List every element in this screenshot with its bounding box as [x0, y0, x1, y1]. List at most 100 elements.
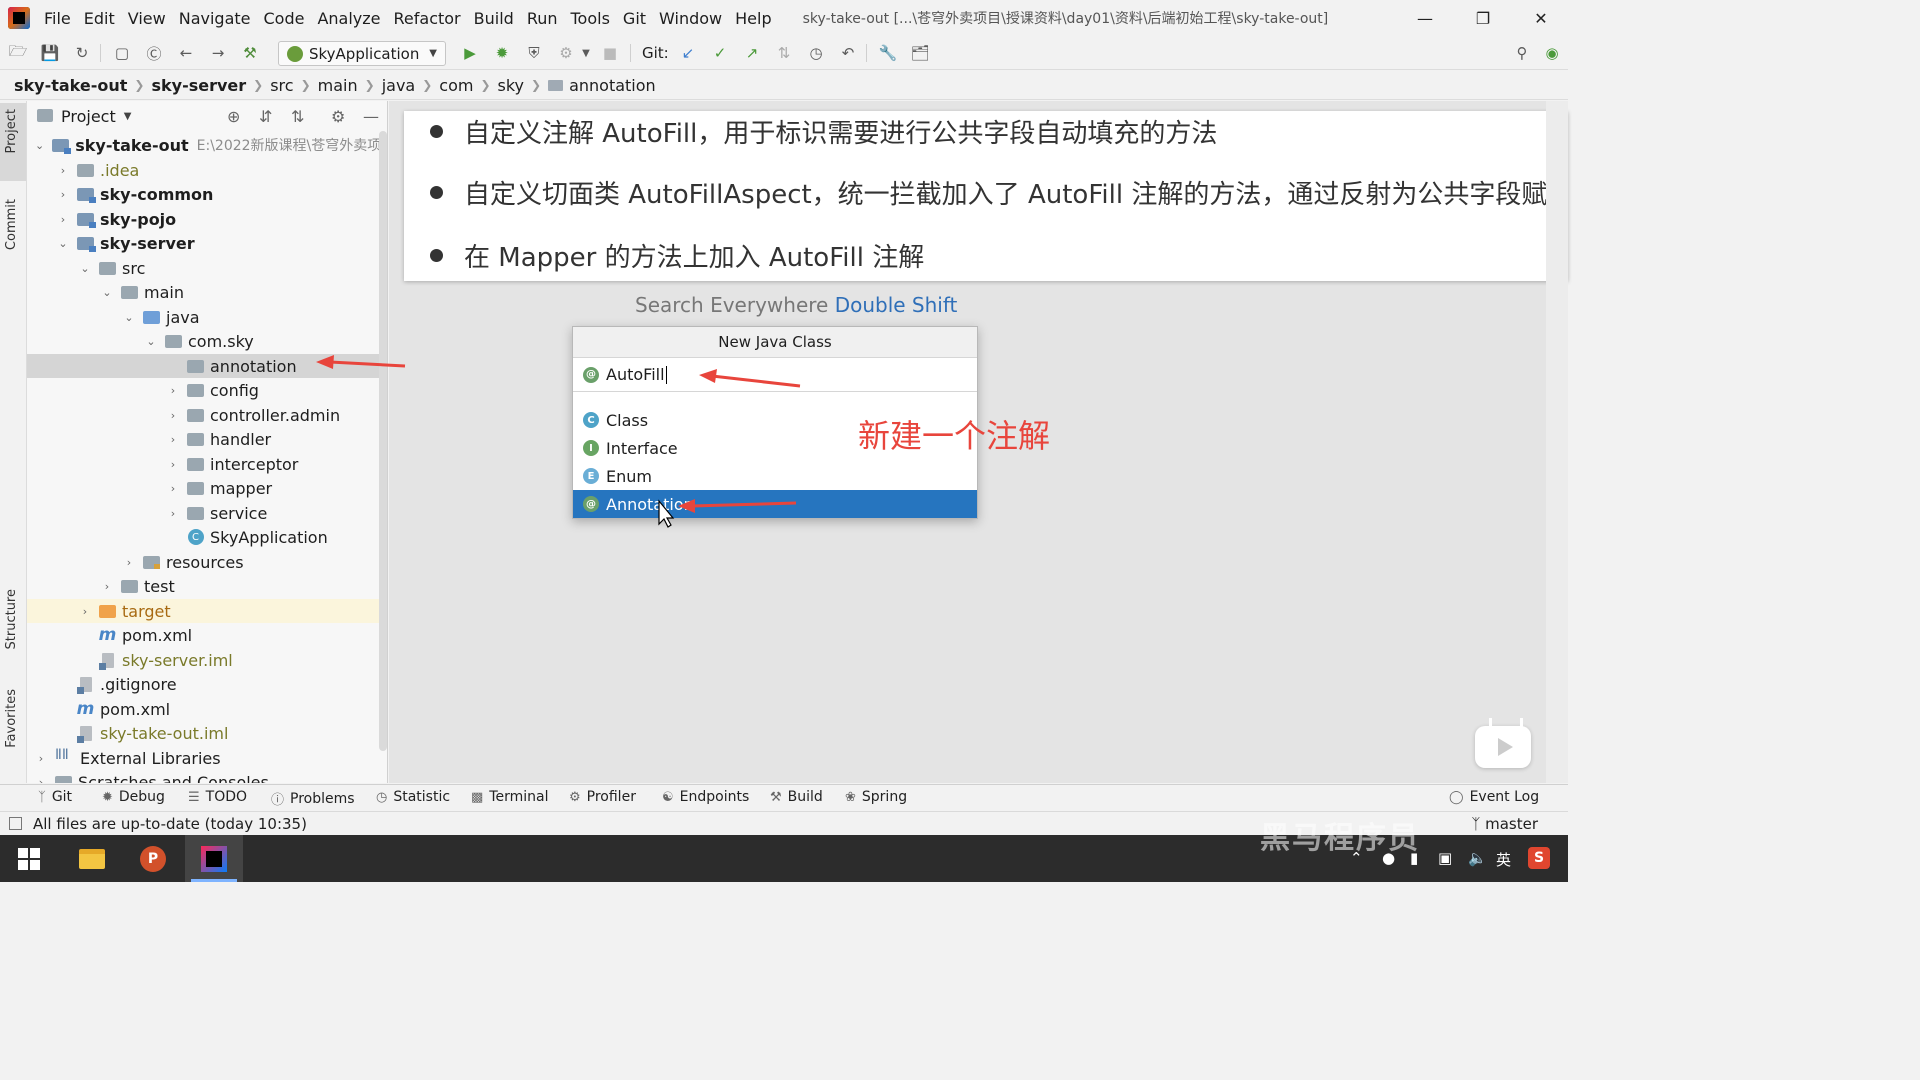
- run-icon[interactable]: ▶: [460, 43, 480, 63]
- taskbar-intellij[interactable]: [185, 835, 243, 882]
- class-name-input[interactable]: @ AutoFill: [573, 358, 977, 392]
- tool-problems[interactable]: ⓘ Problems: [271, 789, 355, 809]
- git-commit-icon[interactable]: ✓: [710, 43, 730, 63]
- tree-item-scratches[interactable]: › Scratches and Consoles: [27, 770, 379, 783]
- tray-sogou-icon[interactable]: S: [1528, 847, 1550, 869]
- rollback-icon[interactable]: ↶: [838, 43, 858, 63]
- chevron-down-icon[interactable]: ⌄: [123, 311, 135, 324]
- chevron-right-icon[interactable]: ›: [57, 188, 69, 201]
- menu-edit[interactable]: Edit: [84, 9, 115, 28]
- chevron-right-icon[interactable]: ›: [167, 433, 179, 446]
- tree-item-root-pom-xml[interactable]: m pom.xml: [27, 697, 379, 721]
- tree-item-com-sky[interactable]: ⌄ com.sky: [27, 329, 379, 353]
- sync-icon[interactable]: ↻: [72, 43, 92, 63]
- coverage-icon[interactable]: ⛨: [524, 43, 544, 63]
- tool-statistic[interactable]: ◷ Statistic: [376, 789, 450, 805]
- menu-file[interactable]: File: [44, 9, 71, 28]
- chevron-down-icon[interactable]: ⌄: [145, 335, 157, 348]
- chevron-right-icon[interactable]: ›: [57, 213, 69, 226]
- kind-option-annotation[interactable]: @ Annotation: [573, 490, 977, 518]
- tree-item-handler[interactable]: › handler: [27, 427, 379, 451]
- tree-item-sky-take-out[interactable]: ⌄ sky-take-out E:\2022新版课程\苍穹外卖项目: [27, 133, 387, 157]
- search-icon[interactable]: ⚲: [1512, 43, 1532, 63]
- minimize-button[interactable]: —: [1396, 0, 1454, 36]
- menu-navigate[interactable]: Navigate: [179, 9, 251, 28]
- menu-tools[interactable]: Tools: [571, 9, 610, 28]
- start-button[interactable]: [0, 835, 58, 882]
- tree-item-test[interactable]: › test: [27, 574, 379, 598]
- tree-item-resources[interactable]: › resources: [27, 550, 379, 574]
- run-config-selector[interactable]: SkyApplication ▼: [278, 41, 446, 66]
- locate-target-icon[interactable]: ⊕: [227, 107, 240, 126]
- tree-item-idea[interactable]: › .idea: [27, 158, 379, 182]
- save-all-icon[interactable]: 💾: [40, 43, 60, 63]
- menu-run[interactable]: Run: [527, 9, 558, 28]
- back-icon[interactable]: ←: [176, 43, 196, 63]
- tree-item-mapper[interactable]: › mapper: [27, 476, 379, 500]
- project-structure-icon[interactable]: ▢: [112, 43, 132, 63]
- menu-code[interactable]: Code: [264, 9, 305, 28]
- chevron-right-icon[interactable]: ›: [167, 458, 179, 471]
- tree-item-sky-take-out-iml[interactable]: sky-take-out.iml: [27, 721, 379, 745]
- kind-option-enum[interactable]: E Enum: [573, 462, 977, 490]
- tool-todo[interactable]: ☰ TODO: [188, 789, 247, 805]
- build-hammer-icon[interactable]: ⚒: [240, 43, 260, 63]
- chevron-down-icon[interactable]: ▼: [576, 43, 596, 63]
- chevron-down-icon[interactable]: ⌄: [57, 237, 69, 250]
- breadcrumb-item[interactable]: java: [382, 76, 416, 95]
- tree-item-interceptor[interactable]: › interceptor: [27, 452, 379, 476]
- tool-terminal[interactable]: ▩ Terminal: [471, 789, 548, 805]
- tray-volume-icon[interactable]: 🔈: [1468, 849, 1487, 867]
- tree-item-main[interactable]: ⌄ main: [27, 280, 379, 304]
- tool-event-log[interactable]: ◯ Event Log: [1449, 789, 1539, 805]
- class-icon[interactable]: Ⓒ: [144, 43, 164, 63]
- tree-item-skyapplication[interactable]: C SkyApplication: [27, 525, 379, 549]
- menu-analyze[interactable]: Analyze: [317, 9, 380, 28]
- chevron-right-icon[interactable]: ›: [167, 384, 179, 397]
- gear-icon[interactable]: ⚙: [331, 107, 345, 126]
- project-panel-title[interactable]: Project: [61, 107, 116, 126]
- chevron-right-icon[interactable]: ›: [167, 482, 179, 495]
- chevron-right-icon[interactable]: ›: [79, 605, 91, 618]
- chevron-down-icon[interactable]: ⌄: [35, 139, 44, 152]
- menu-help[interactable]: Help: [735, 9, 771, 28]
- chevron-right-icon[interactable]: ›: [35, 752, 47, 765]
- breadcrumb-item[interactable]: main: [318, 76, 358, 95]
- breadcrumb-item[interactable]: sky-server: [151, 76, 246, 95]
- menu-build[interactable]: Build: [474, 9, 514, 28]
- breadcrumb-item[interactable]: src: [270, 76, 293, 95]
- chevron-right-icon[interactable]: ›: [167, 409, 179, 422]
- stripe-commit-tab[interactable]: Commit: [4, 199, 24, 250]
- video-play-button[interactable]: [1475, 726, 1531, 768]
- menu-window[interactable]: Window: [659, 9, 722, 28]
- stripe-favorites-tab[interactable]: Favorites: [4, 689, 24, 748]
- status-toggle-icon[interactable]: [9, 817, 22, 830]
- taskbar-powerpoint[interactable]: P: [124, 835, 182, 882]
- collapse-all-icon[interactable]: ⇅: [291, 107, 304, 126]
- git-merge-icon[interactable]: ⇅: [774, 43, 794, 63]
- menu-view[interactable]: View: [128, 9, 166, 28]
- git-push-icon[interactable]: ↗: [742, 43, 762, 63]
- tool-profiler[interactable]: ⚙ Profiler: [569, 789, 636, 805]
- project-scrollbar[interactable]: [379, 131, 387, 751]
- tree-item-config[interactable]: › config: [27, 378, 379, 402]
- git-update-icon[interactable]: ↙: [678, 43, 698, 63]
- stripe-structure-tab[interactable]: Structure: [4, 589, 24, 649]
- tool-debug[interactable]: ✹ Debug: [102, 789, 165, 805]
- tree-item-annotation[interactable]: annotation: [27, 354, 379, 378]
- taskbar-file-explorer[interactable]: [63, 835, 121, 882]
- tree-item-sky-server[interactable]: ⌄ sky-server: [27, 231, 379, 255]
- tree-item-service[interactable]: › service: [27, 501, 379, 525]
- tool-build[interactable]: ⚒ Build: [770, 789, 823, 805]
- chevron-right-icon[interactable]: ›: [123, 556, 135, 569]
- tool-endpoints[interactable]: ☯ Endpoints: [662, 789, 749, 805]
- chevron-right-icon[interactable]: ›: [101, 580, 113, 593]
- stop-icon[interactable]: ■: [600, 43, 620, 63]
- chevron-right-icon[interactable]: ›: [57, 164, 69, 177]
- hide-panel-icon[interactable]: —: [363, 107, 379, 126]
- open-folder-icon[interactable]: 🗁: [8, 42, 28, 63]
- expand-all-icon[interactable]: ⇵: [259, 107, 272, 126]
- tree-item-target[interactable]: › target: [27, 599, 379, 623]
- tray-ime-indicator[interactable]: 英: [1496, 849, 1511, 870]
- history-icon[interactable]: ◷: [806, 43, 826, 63]
